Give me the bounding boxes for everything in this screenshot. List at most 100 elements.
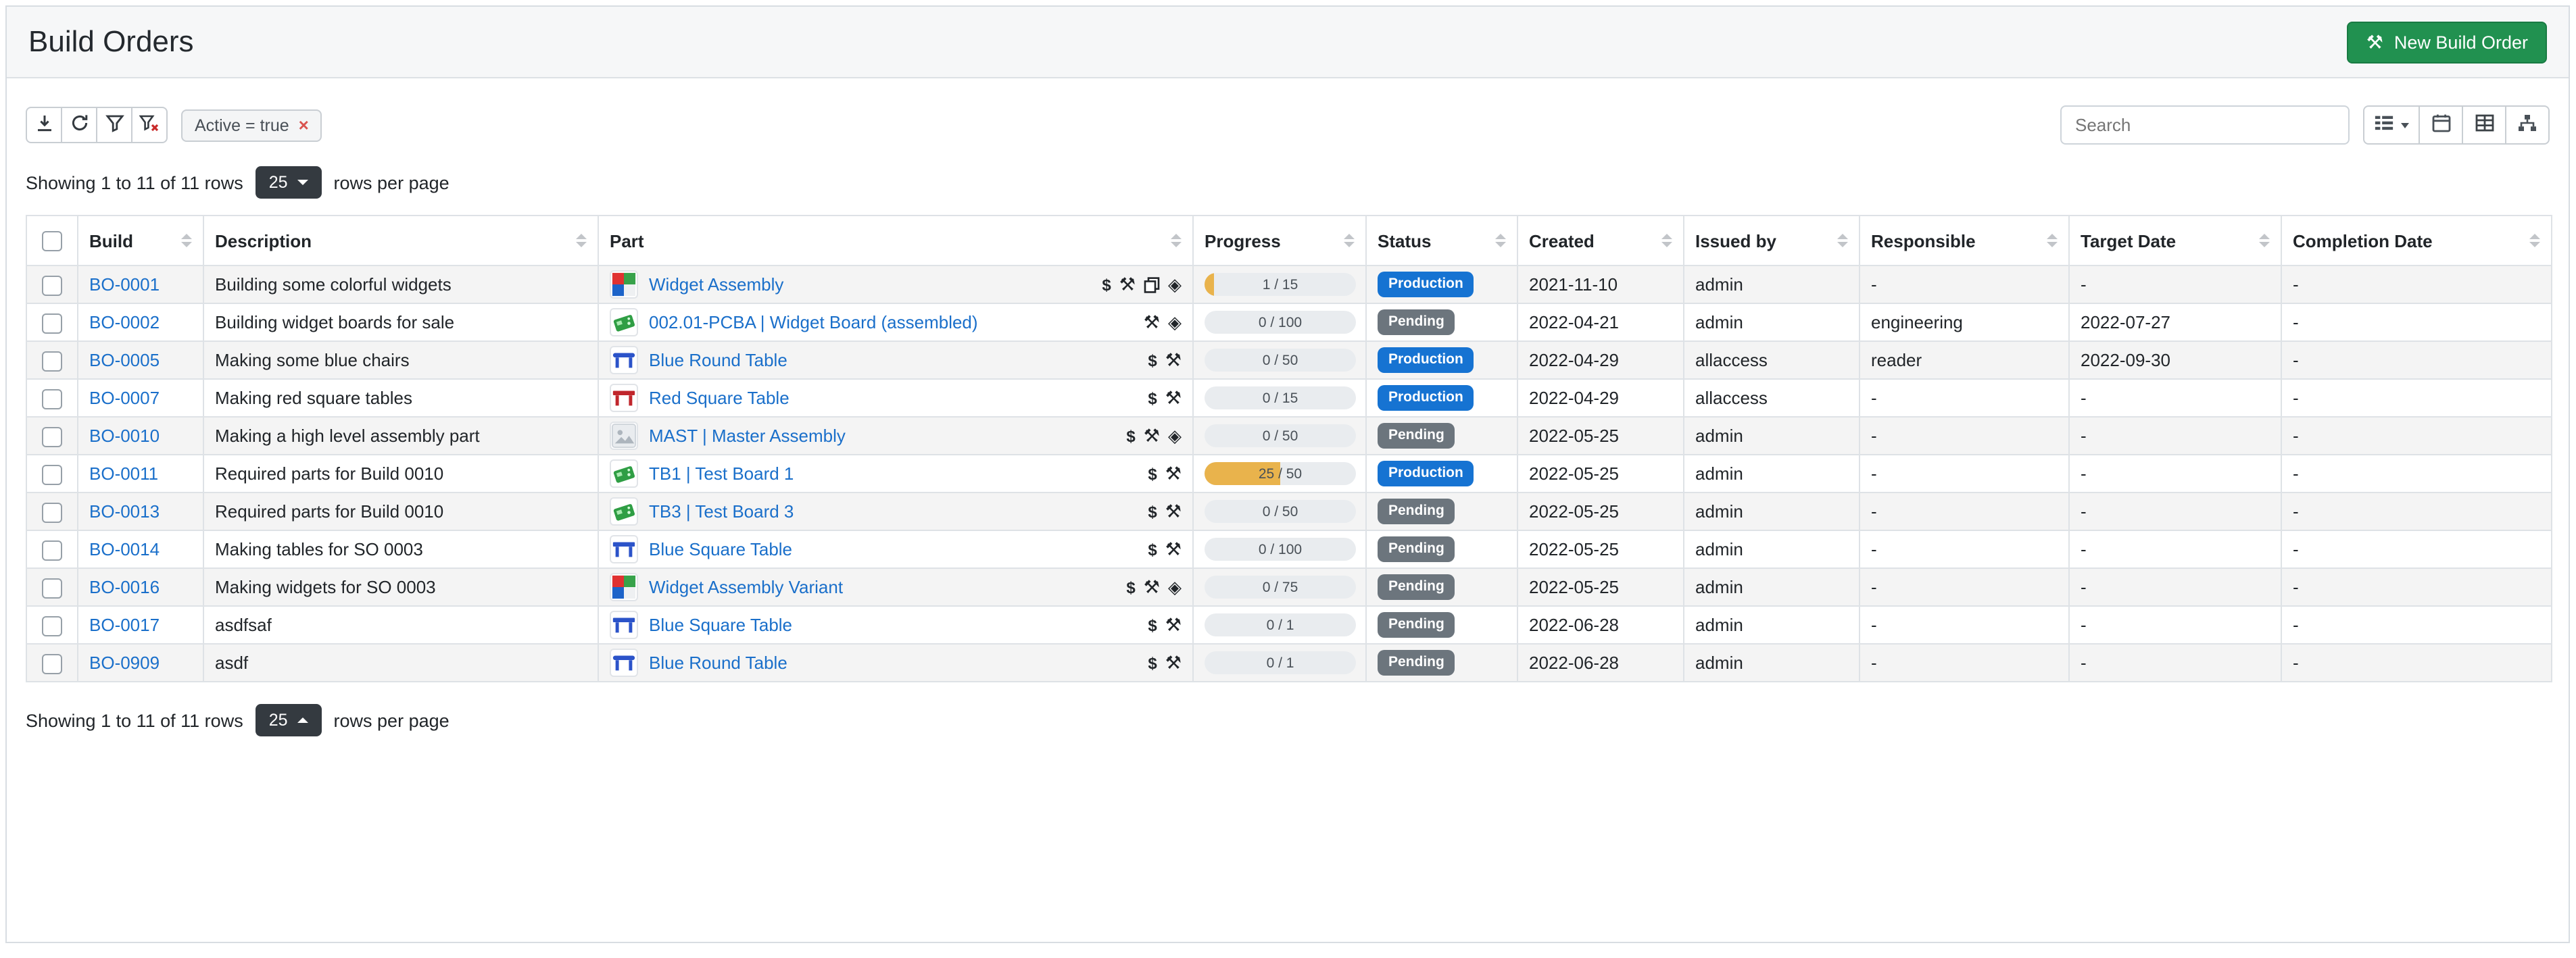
build-tools-icon: ⚒ (1165, 389, 1182, 407)
part-link[interactable]: Widget Assembly (649, 274, 783, 295)
part-link[interactable]: Blue Square Table (649, 539, 792, 559)
issued-by-cell: admin (1684, 303, 1860, 341)
part-link[interactable]: Red Square Table (649, 388, 789, 408)
column-header-target-date[interactable]: Target Date (2069, 216, 2281, 266)
column-header-responsible[interactable]: Responsible (1860, 216, 2069, 266)
tree-view-button[interactable] (2505, 105, 2550, 145)
toolbar-button-group (26, 107, 168, 143)
currency-icon: $ (1126, 579, 1135, 595)
part-cell: 002.01-PCBA | Widget Board (assembled)⚒◈ (598, 303, 1193, 341)
target-date-cell: 2022-07-27 (2069, 303, 2281, 341)
responsible-cell: - (1860, 417, 2069, 455)
row-checkbox[interactable] (42, 351, 62, 371)
build-link[interactable]: BO-0014 (89, 539, 160, 559)
part-cell: Widget Assembly$⚒◈ (598, 266, 1193, 303)
status-badge: Production (1378, 461, 1474, 486)
row-checkbox[interactable] (42, 275, 62, 295)
build-link[interactable]: BO-0001 (89, 274, 160, 295)
column-header-build[interactable]: Build (78, 216, 203, 266)
row-select-cell (26, 266, 78, 303)
progress-cell: 0 / 50 (1193, 341, 1366, 379)
issued-by-cell: admin (1684, 417, 1860, 455)
row-checkbox[interactable] (42, 313, 62, 333)
row-select-cell (26, 341, 78, 379)
part-flags: $⚒ (1148, 351, 1182, 370)
page-size-dropdown[interactable]: 25 (256, 166, 322, 199)
part-link[interactable]: Widget Assembly Variant (649, 577, 843, 597)
build-tools-icon: ⚒ (1144, 578, 1160, 597)
table-view-button[interactable] (2462, 105, 2506, 145)
completion-date-cell: - (2281, 303, 2552, 341)
calendar-view-button[interactable] (2419, 105, 2463, 145)
progress-cell: 0 / 50 (1193, 417, 1366, 455)
currency-icon: $ (1148, 655, 1157, 671)
build-link[interactable]: BO-0005 (89, 350, 160, 370)
progress-bar: 25 / 50 (1205, 462, 1356, 485)
column-header-progress[interactable]: Progress (1193, 216, 1366, 266)
progress-label: 0 / 1 (1205, 651, 1356, 674)
sort-icon (1495, 234, 1506, 247)
column-select-button[interactable] (2363, 105, 2420, 145)
duplicate-icon (1144, 276, 1160, 293)
created-cell: 2021-11-10 (1517, 266, 1684, 303)
build-link[interactable]: BO-0011 (89, 463, 158, 484)
progress-label: 0 / 15 (1205, 386, 1356, 409)
part-link[interactable]: TB1 | Test Board 1 (649, 463, 794, 484)
column-header-part[interactable]: Part (598, 216, 1193, 266)
row-checkbox[interactable] (42, 464, 62, 484)
progress-bar: 0 / 50 (1205, 424, 1356, 447)
progress-label: 1 / 15 (1205, 273, 1356, 296)
refresh-button[interactable] (61, 107, 97, 143)
remove-filters-button[interactable] (131, 107, 168, 143)
row-checkbox[interactable] (42, 578, 62, 598)
part-link[interactable]: 002.01-PCBA | Widget Board (assembled) (649, 312, 978, 332)
part-link[interactable]: Blue Round Table (649, 653, 787, 673)
table-row: BO-0014Making tables for SO 0003Blue Squ… (26, 530, 2552, 568)
active-filter-chip[interactable]: Active = true × (181, 109, 322, 141)
row-checkbox[interactable] (42, 615, 62, 636)
build-link[interactable]: BO-0017 (89, 615, 160, 635)
target-date-cell: - (2069, 568, 2281, 606)
build-link[interactable]: BO-0909 (89, 653, 160, 673)
build-link[interactable]: BO-0016 (89, 577, 160, 597)
responsible-cell: - (1860, 266, 2069, 303)
column-header-status[interactable]: Status (1366, 216, 1517, 266)
row-checkbox[interactable] (42, 388, 62, 409)
column-header-description[interactable]: Description (203, 216, 598, 266)
created-cell: 2022-05-25 (1517, 417, 1684, 455)
row-checkbox[interactable] (42, 502, 62, 522)
row-checkbox[interactable] (42, 653, 62, 674)
filter-button[interactable] (96, 107, 132, 143)
description-cell: Building some colorful widgets (203, 266, 598, 303)
column-header-issued-by[interactable]: Issued by (1684, 216, 1860, 266)
build-cell: BO-0010 (78, 417, 203, 455)
select-all-checkbox[interactable] (42, 231, 62, 251)
row-checkbox[interactable] (42, 540, 62, 560)
responsible-cell: - (1860, 606, 2069, 644)
part-link[interactable]: Blue Round Table (649, 350, 787, 370)
status-badge: Pending (1378, 574, 1455, 599)
row-checkbox[interactable] (42, 426, 62, 447)
build-link[interactable]: BO-0010 (89, 426, 160, 446)
progress-cell: 0 / 50 (1193, 493, 1366, 530)
row-select-cell (26, 568, 78, 606)
search-input[interactable] (2060, 105, 2350, 145)
remove-filter-icon[interactable]: × (299, 116, 309, 134)
filter-remove-icon (139, 114, 160, 136)
chevron-up-icon (297, 717, 308, 723)
build-link[interactable]: BO-0013 (89, 501, 160, 522)
part-cell: TB3 | Test Board 3$⚒ (598, 493, 1193, 530)
page-size-value: 25 (269, 711, 288, 730)
column-header-created[interactable]: Created (1517, 216, 1684, 266)
page-size-dropdown[interactable]: 25 (256, 704, 322, 736)
part-link[interactable]: MAST | Master Assembly (649, 426, 846, 446)
new-build-order-button[interactable]: ⚒ New Build Order (2348, 21, 2547, 63)
part-link[interactable]: TB3 | Test Board 3 (649, 501, 794, 522)
build-link[interactable]: BO-0002 (89, 312, 160, 332)
column-header-completion-date[interactable]: Completion Date (2281, 216, 2552, 266)
part-link[interactable]: Blue Square Table (649, 615, 792, 635)
build-link[interactable]: BO-0007 (89, 388, 160, 408)
download-button[interactable] (26, 107, 62, 143)
chevron-down-icon (2401, 122, 2409, 128)
issued-by-cell: admin (1684, 493, 1860, 530)
